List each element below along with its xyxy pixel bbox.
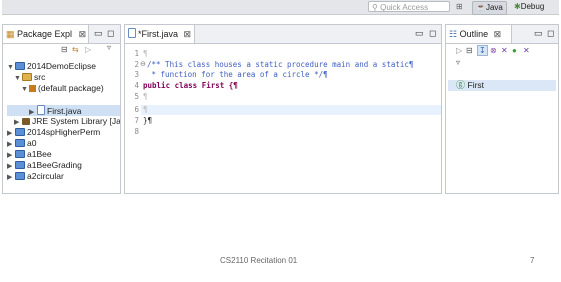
outline-item-label: First [467, 80, 485, 90]
collapse-all-icon[interactable]: ⊟ [61, 45, 68, 54]
project-icon [15, 161, 25, 169]
tree-item-label: (default package) [38, 83, 104, 93]
link-with-editor-icon[interactable]: ⇆ [72, 45, 79, 54]
line-number: 6 [134, 105, 139, 114]
expand-arrow-icon[interactable]: ▼ [21, 84, 29, 95]
search-icon: ⚲ [372, 3, 381, 12]
source-folder-icon [22, 73, 32, 81]
collapse-all-icon[interactable]: ⊟ [466, 46, 473, 55]
minimize-icon[interactable]: ▭ [534, 28, 543, 38]
view-menu-dropdown-icon[interactable]: ▿ [107, 43, 111, 52]
package-explorer-tab-label: Package Expl [17, 29, 73, 39]
tree-item-label: a1Bee [27, 149, 52, 159]
maximize-icon[interactable]: ◻ [107, 28, 114, 38]
project-icon [15, 128, 25, 136]
slide-footer-text: CS2110 Recitation 01 [220, 256, 298, 265]
line-number: 2 [134, 60, 139, 69]
code-line[interactable]: }¶ [143, 116, 152, 125]
code-line[interactable]: ¶ [143, 105, 148, 114]
code-line[interactable]: * function for the area of a circle */¶ [147, 70, 328, 79]
library-icon [22, 118, 30, 125]
outline-tab-label: Outline [459, 29, 489, 39]
minimize-icon[interactable]: ▭ [415, 28, 424, 38]
code-line[interactable]: ¶ [143, 49, 148, 58]
line-number: 3 [134, 70, 139, 79]
package-explorer-tabbar: ▦ Package Expl ⊠ ▭ ◻ [3, 25, 120, 44]
debug-perspective-button[interactable]: ✱Debug [511, 1, 547, 13]
code-line[interactable]: /** This class houses a static procedure… [147, 60, 413, 69]
tree-item-label: a0 [27, 138, 37, 148]
java-file-icon [128, 28, 136, 38]
java-perspective-button[interactable]: ☕Java [472, 1, 507, 15]
line-number: 8 [134, 127, 139, 136]
maximize-icon[interactable]: ◻ [429, 28, 436, 38]
sort-alphabetically-icon[interactable]: ↧ [477, 45, 488, 56]
editor-tabbar: *First.java ⊠ ▭ ◻ [125, 25, 441, 44]
slide-page-number: 7 [530, 256, 535, 265]
code-line[interactable]: public class First {¶ [143, 81, 238, 90]
outline-item-class[interactable]: ⓖ First [456, 80, 484, 91]
tree-item-label: src [34, 72, 46, 82]
view-menu-icon[interactable]: ▷ [85, 45, 91, 54]
java-perspective-label: Java [485, 3, 503, 12]
debug-perspective-icon: ✱ [514, 2, 521, 11]
tree-item-label: JRE System Library [Java [32, 116, 120, 126]
tree-item-label: 2014DemoEclipse [27, 61, 96, 71]
sort-icon[interactable]: ▷ [456, 46, 462, 55]
line-number: 4 [134, 81, 139, 90]
class-icon: ⓖ [456, 80, 468, 90]
tree-item-label: a2circular [27, 171, 64, 180]
line-number: 7 [134, 116, 139, 125]
tab-outline[interactable]: ☷ Outline ⊠ [446, 25, 512, 43]
hide-local-types-icon[interactable]: ✕ [523, 46, 530, 55]
code-line[interactable]: ¶ [143, 92, 148, 101]
java-perspective-icon: ☕ [476, 3, 486, 12]
current-line-highlight [141, 105, 441, 115]
minimize-icon[interactable]: ▭ [94, 28, 103, 38]
collapse-arrow-icon[interactable]: ▶ [7, 172, 15, 180]
tree-item-label: First.java [47, 106, 82, 116]
hide-static-icon[interactable]: ✕ [501, 46, 508, 55]
close-icon[interactable]: ⊠ [79, 29, 87, 39]
java-editor-view: *First.java ⊠ ▭ ◻ 1 ¶ 2 ⊖ /** This class… [124, 24, 442, 194]
quick-access-input[interactable]: ⚲ Quick Access [368, 1, 450, 12]
view-menu-dropdown-icon[interactable]: ▿ [456, 58, 460, 67]
package-icon [29, 85, 36, 92]
tree-item-label: 2014spHigherPerm [27, 127, 101, 137]
package-explorer-icon: ▦ [6, 29, 18, 39]
debug-perspective-label: Debug [520, 2, 545, 11]
line-number: 1 [134, 49, 139, 58]
hide-nonpublic-icon[interactable]: ● [512, 46, 517, 55]
close-icon[interactable]: ⊠ [494, 29, 502, 39]
quick-access-placeholder: Quick Access [380, 3, 429, 12]
outline-icon: ☷ [449, 29, 460, 39]
java-file-icon [37, 105, 45, 115]
project-icon [15, 150, 25, 158]
open-perspective-icon[interactable]: ⊞ [456, 2, 463, 11]
editor-tab-label: *First.java [138, 29, 179, 39]
hide-fields-icon[interactable]: ⊗ [490, 46, 497, 55]
project-icon [15, 139, 25, 147]
tree-item-default-package[interactable]: ▼ (default package) [21, 83, 104, 95]
fold-icon[interactable]: ⊖ [140, 60, 146, 68]
outline-view: ☷ Outline ⊠ ▭ ◻ ▷ ⊟ ↧ ⊗ ✕ ● ✕ ▿ ⓖ First [445, 24, 559, 194]
package-explorer-view: ▦ Package Expl ⊠ ▭ ◻ ⊟ ⇆ ▷ ▿ ▼ 2014DemoEc… [2, 24, 121, 194]
project-icon [15, 172, 25, 180]
close-icon[interactable]: ⊠ [184, 29, 192, 39]
project-icon [15, 62, 25, 70]
maximize-icon[interactable]: ◻ [547, 28, 554, 38]
tree-item-label: a1BeeGrading [27, 160, 82, 170]
outline-tabbar: ☷ Outline ⊠ ▭ ◻ [446, 25, 558, 44]
line-number: 5 [134, 92, 139, 101]
tab-package-explorer[interactable]: ▦ Package Expl ⊠ [3, 25, 89, 43]
tab-first-java[interactable]: *First.java ⊠ [125, 25, 195, 43]
tree-item-project[interactable]: ▶ a2circular [7, 171, 64, 180]
